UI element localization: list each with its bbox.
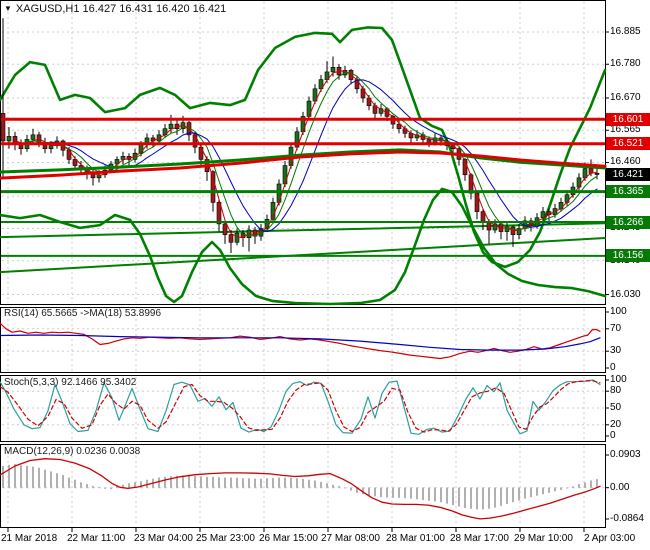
candle-body [330,67,336,73]
candle-body [222,223,228,235]
candle-body [480,211,486,223]
chart-canvas[interactable] [0,0,650,550]
candle-body [234,232,240,243]
main-pane [0,0,606,305]
candle-body [540,211,546,219]
candle-body [120,156,126,160]
candle-body [0,113,6,142]
candle-body [276,183,282,203]
candle-body [168,123,174,130]
candle-body [426,139,432,143]
candle-body [486,222,492,231]
candle-body [30,134,36,140]
candle-body [594,172,600,175]
candle-body [228,234,234,243]
candle-body [6,136,12,142]
symbol-dropdown-icon[interactable]: ▼ [4,4,12,13]
chart-window: ▼ XAGUSD,H1 16.427 16.431 16.420 16.421 R… [0,0,650,550]
